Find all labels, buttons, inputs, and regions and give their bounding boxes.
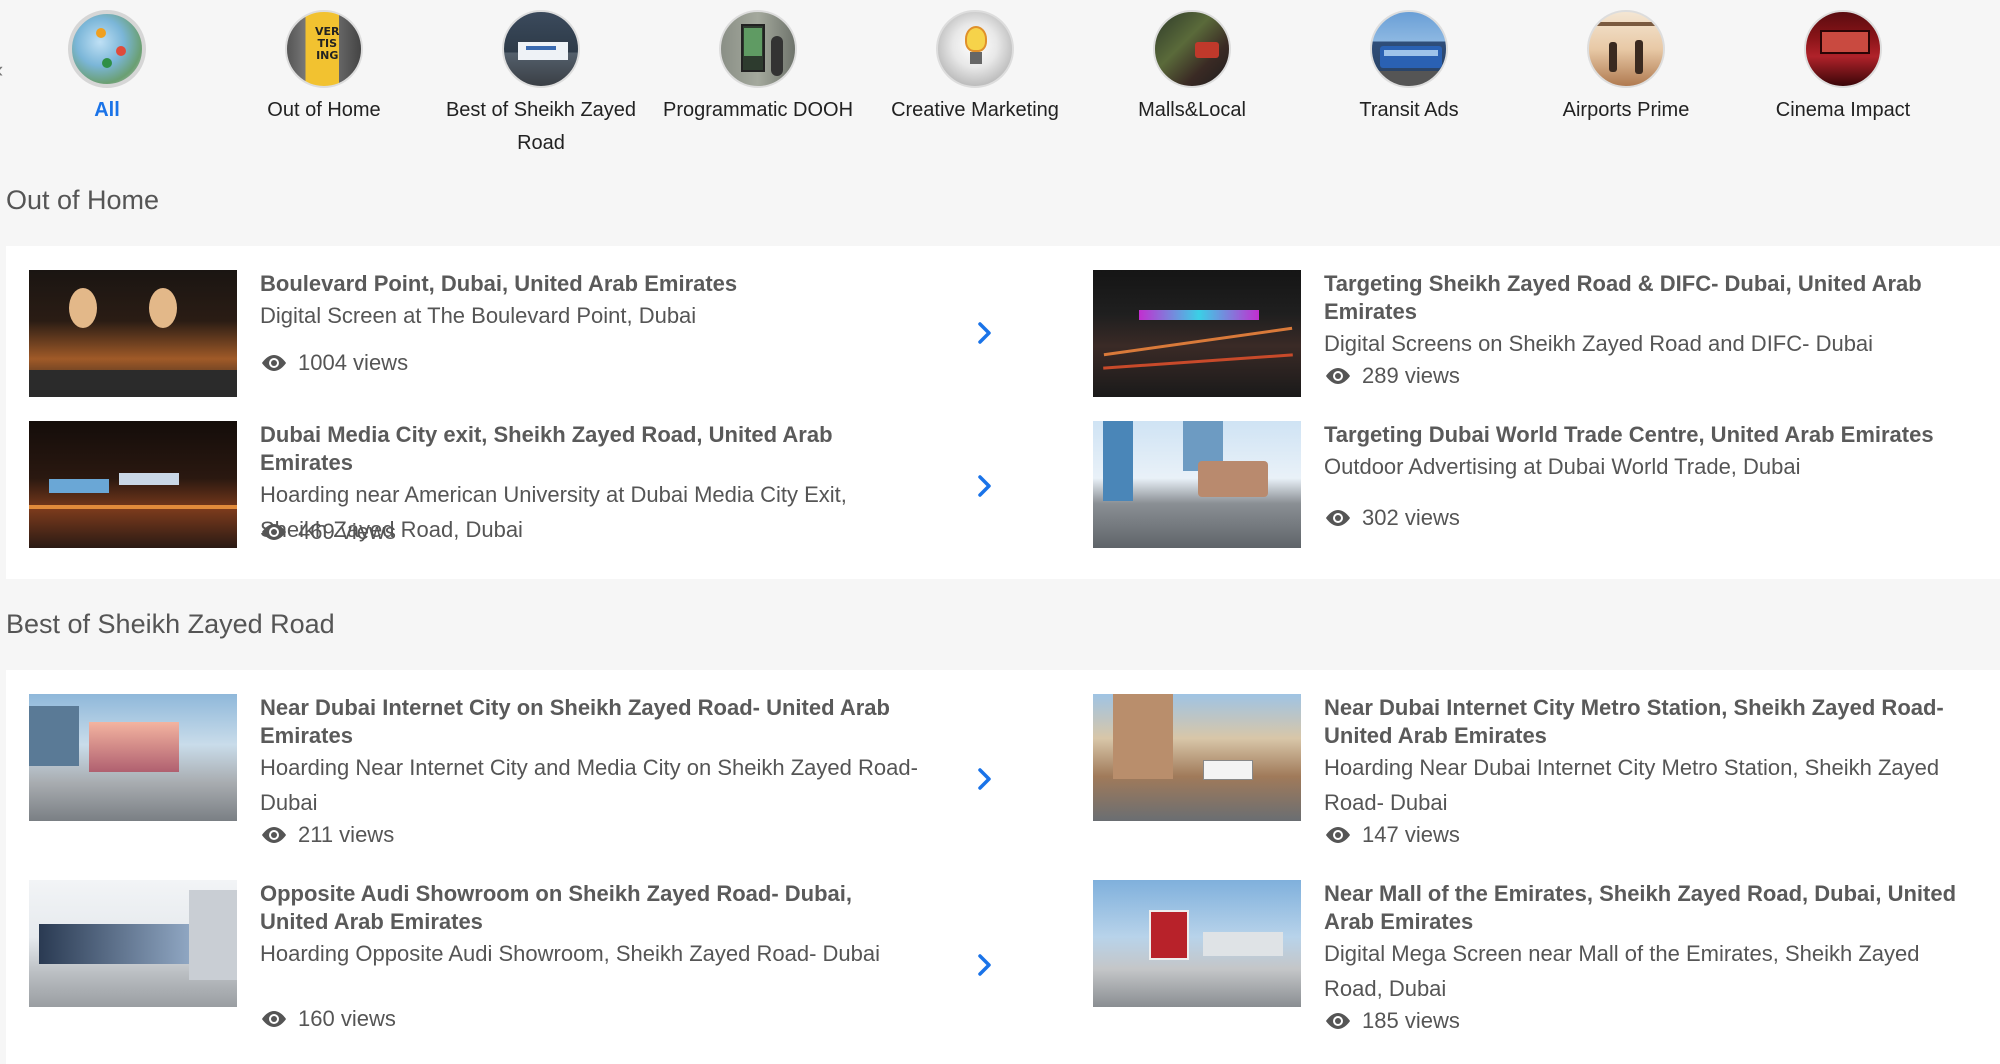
listing-title[interactable]: Opposite Audi Showroom on Sheikh Zayed R… — [260, 880, 920, 936]
view-count: 302 views — [1324, 505, 1460, 531]
category-out-of-home[interactable]: VER TIS ING Out of Home — [219, 10, 429, 127]
listing-title[interactable]: Dubai Media City exit, Sheikh Zayed Road… — [260, 421, 920, 477]
listing-card[interactable]: Near Dubai Internet City on Sheikh Zayed… — [29, 694, 1029, 847]
listing-description: Digital Screen at The Boulevard Point, D… — [260, 303, 697, 328]
listing-thumbnail[interactable] — [29, 270, 237, 397]
listing-card[interactable]: Targeting Dubai World Trade Centre, Unit… — [1093, 421, 2000, 551]
view-count: 147 views — [1324, 822, 1460, 848]
listing-description: Hoarding Opposite Audi Showroom, Sheikh … — [260, 941, 881, 966]
eye-icon — [262, 524, 286, 540]
listing-panel: Boulevard Point, Dubai, United Arab Emir… — [6, 246, 2000, 579]
listing-thumbnail[interactable] — [1093, 421, 1301, 548]
listing-card[interactable]: Boulevard Point, Dubai, United Arab Emir… — [29, 270, 1029, 400]
digital-kiosk-icon — [719, 10, 797, 88]
listing-thumbnail[interactable] — [1093, 270, 1301, 397]
billboard-icon — [502, 10, 580, 88]
listing-description: Outdoor Advertising at Dubai World Trade… — [1324, 454, 1801, 479]
eye-icon — [1326, 510, 1350, 526]
listing-thumbnail[interactable] — [29, 880, 237, 1007]
view-count-text: 469 views — [298, 519, 396, 544]
view-count-text: 302 views — [1362, 505, 1460, 530]
section-title: Best of Sheikh Zayed Road — [6, 609, 335, 639]
category-malls-local[interactable]: Malls&Local — [1087, 10, 1297, 127]
view-count-text: 1004 views — [298, 350, 409, 375]
category-label: Best of Sheikh Zayed Road — [445, 99, 637, 154]
view-count-text: 289 views — [1362, 363, 1460, 388]
listing-title[interactable]: Near Mall of the Emirates, Sheikh Zayed … — [1324, 880, 1984, 936]
listing-description: Digital Mega Screen near Mall of the Emi… — [1324, 941, 1920, 1001]
eye-icon — [262, 355, 286, 371]
listing-title[interactable]: Boulevard Point, Dubai, United Arab Emir… — [260, 270, 920, 298]
listing-panel: Near Dubai Internet City on Sheikh Zayed… — [6, 670, 2000, 1064]
category-best-of-sheikh-zayed-road[interactable]: Best of Sheikh Zayed Road — [436, 10, 646, 160]
airport-icon — [1587, 10, 1665, 88]
category-label: Transit Ads — [1359, 99, 1459, 121]
view-count-text: 160 views — [298, 1006, 396, 1031]
listing-description: Hoarding Near Internet City and Media Ci… — [260, 755, 918, 815]
listing-description: Hoarding Near Dubai Internet City Metro … — [1324, 755, 1940, 815]
chevron-right-icon[interactable] — [975, 950, 995, 980]
view-count-text: 211 views — [298, 822, 395, 847]
category-label: Programmatic DOOH — [662, 99, 854, 121]
view-count: 185 views — [1324, 1008, 1460, 1034]
view-count: 211 views — [260, 822, 394, 848]
view-count: 289 views — [1324, 363, 1460, 389]
eye-icon — [262, 1011, 286, 1027]
globe-map-icon — [68, 10, 146, 88]
listing-card[interactable]: Dubai Media City exit, Sheikh Zayed Road… — [29, 421, 1029, 551]
category-label: Malls&Local — [1138, 99, 1246, 121]
category-airports-prime[interactable]: Airports Prime — [1521, 10, 1731, 127]
listing-card[interactable]: Opposite Audi Showroom on Sheikh Zayed R… — [29, 880, 1029, 1031]
category-all[interactable]: All — [2, 10, 212, 127]
category-label: Airports Prime — [1562, 99, 1690, 121]
listing-thumbnail[interactable] — [29, 694, 237, 821]
bus-icon — [1370, 10, 1448, 88]
shopping-cart-icon — [1153, 10, 1231, 88]
eye-icon — [1326, 368, 1350, 384]
listing-thumbnail[interactable] — [29, 421, 237, 548]
listing-card[interactable]: Near Mall of the Emirates, Sheikh Zayed … — [1093, 880, 2000, 1033]
category-transit-ads[interactable]: Transit Ads — [1304, 10, 1514, 127]
view-count-text: 147 views — [1362, 822, 1460, 847]
listing-title[interactable]: Near Dubai Internet City Metro Station, … — [1324, 694, 1984, 750]
category-programmatic-dooh[interactable]: Programmatic DOOH — [653, 10, 863, 127]
category-creative-marketing[interactable]: Creative Marketing — [870, 10, 1080, 127]
category-label: Cinema Impact — [1775, 99, 1911, 121]
eye-icon — [1326, 827, 1350, 843]
chevron-right-icon[interactable] — [975, 318, 995, 348]
listing-title[interactable]: Near Dubai Internet City on Sheikh Zayed… — [260, 694, 920, 750]
view-count: 469 views — [260, 519, 396, 545]
chevron-right-icon[interactable] — [975, 764, 995, 794]
category-strip: ‹ All VERTISING Out of Home Best of Shei… — [0, 0, 2000, 160]
listing-card[interactable]: Targeting Sheikh Zayed Road & DIFC- Duba… — [1093, 270, 2000, 400]
view-count-text: 185 views — [1362, 1008, 1460, 1033]
category-label: Out of Home — [267, 99, 381, 121]
category-label: Creative Marketing — [891, 99, 1059, 121]
eye-icon — [1326, 1013, 1350, 1029]
listing-title[interactable]: Targeting Dubai World Trade Centre, Unit… — [1324, 421, 1984, 449]
listing-title[interactable]: Targeting Sheikh Zayed Road & DIFC- Duba… — [1324, 270, 1984, 326]
view-count: 1004 views — [260, 350, 408, 376]
listing-description: Digital Screens on Sheikh Zayed Road and… — [1324, 331, 1874, 356]
category-cinema-impact[interactable]: Cinema Impact — [1738, 10, 1948, 127]
chevron-right-icon[interactable] — [975, 471, 995, 501]
view-count: 160 views — [260, 1006, 396, 1032]
cinema-icon — [1804, 10, 1882, 88]
lightbulb-icon — [936, 10, 1014, 88]
listing-thumbnail[interactable] — [1093, 694, 1301, 821]
listing-thumbnail[interactable] — [1093, 880, 1301, 1007]
category-label: All — [94, 99, 120, 121]
listing-card[interactable]: Near Dubai Internet City Metro Station, … — [1093, 694, 2000, 847]
section-title: Out of Home — [6, 185, 160, 215]
eye-icon — [262, 827, 286, 843]
poster-icon: VER TIS ING — [285, 10, 363, 88]
